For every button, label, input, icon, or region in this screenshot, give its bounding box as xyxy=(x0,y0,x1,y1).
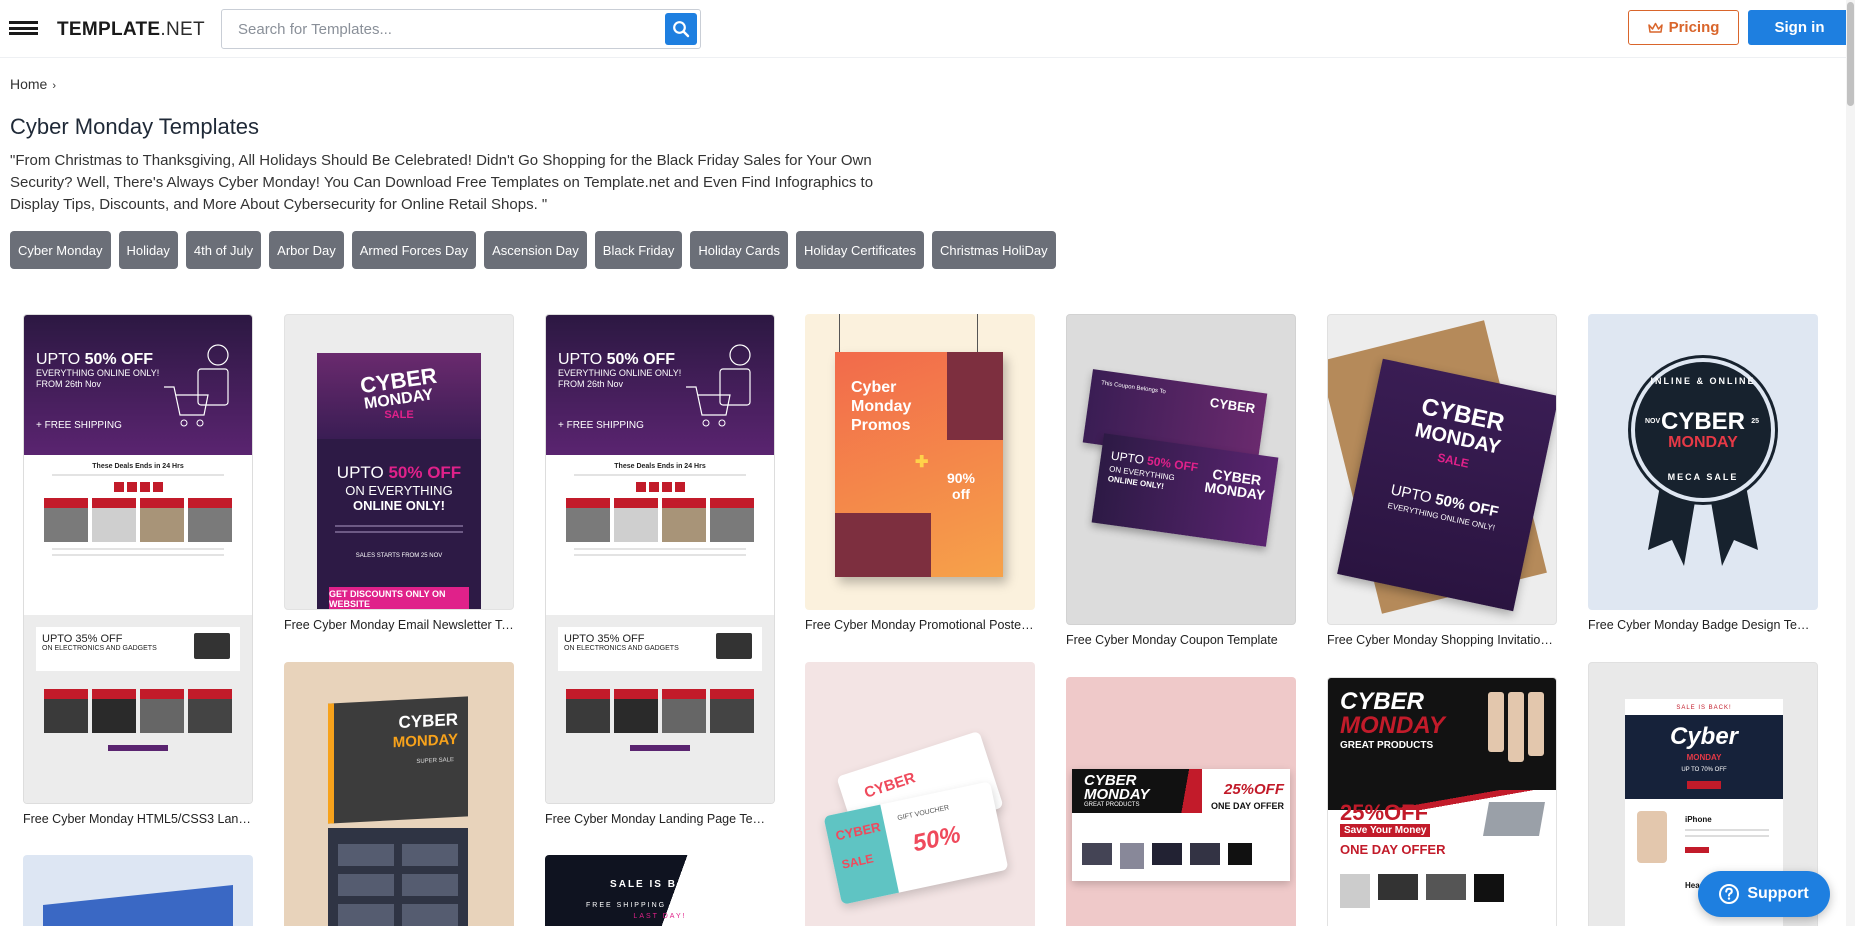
page-title: Cyber Monday Templates xyxy=(10,114,260,139)
template-title[interactable]: Free Cyber Monday Email Newsletter Te... xyxy=(284,618,514,632)
breadcrumb: Home › xyxy=(10,76,56,92)
template-title[interactable]: Free Cyber Monday Badge Design Templ... xyxy=(1588,618,1818,632)
pricing-label: Pricing xyxy=(1668,19,1720,36)
pricing-button[interactable]: Pricing xyxy=(1628,10,1739,45)
template-title[interactable]: Free Cyber Monday Promotional Poster T..… xyxy=(805,618,1035,632)
breadcrumb-home[interactable]: Home xyxy=(10,76,47,92)
tag-arbor-day[interactable]: Arbor Day xyxy=(269,231,344,269)
scrollbar[interactable] xyxy=(1846,0,1855,926)
tag-ascension-day[interactable]: Ascension Day xyxy=(484,231,587,269)
site-header: TEMPLATE.NET Pricing Sign in xyxy=(0,0,1855,58)
tag-list: Cyber Monday Holiday 4th of July Arbor D… xyxy=(10,231,1056,269)
scrollbar-thumb[interactable] xyxy=(1847,2,1854,106)
template-thumbnail[interactable]: CYBER CYBER SALE GIFT VOUCHER 50% xyxy=(805,662,1035,926)
thumb-hero: UPTO 50% OFF EVERYTHING ONLINE ONLY! FRO… xyxy=(24,315,252,455)
template-card[interactable]: CYBER MONDAY SUPER SALE xyxy=(284,662,514,926)
template-card[interactable]: CYBER CYBER SALE GIFT VOUCHER 50% xyxy=(805,662,1035,926)
tag-christmas-holiday[interactable]: Christmas HoliDay xyxy=(931,231,1056,269)
logo-bold-text: TEMPLATE xyxy=(57,19,161,40)
template-thumbnail[interactable]: CYBER MONDAY SALE UPTO 50% OFF EVERYTHIN… xyxy=(1327,314,1557,625)
template-card[interactable]: This Coupon Belongs To CYBER UPTO 50% OF… xyxy=(1066,314,1296,647)
cart-icon xyxy=(686,344,751,427)
search-icon xyxy=(673,21,690,38)
template-thumbnail[interactable]: INLINE & ONLINE CYBER MONDAY NOV 25 MECA… xyxy=(1588,314,1818,610)
template-title[interactable]: Free Cyber Monday HTML5/CSS3 Landin... xyxy=(23,812,253,826)
template-card[interactable]: Cyber Monday Promos ✚ 90% off Free Cyber… xyxy=(805,314,1035,632)
site-logo[interactable]: TEMPLATE.NET xyxy=(57,19,205,41)
crown-icon xyxy=(1647,22,1663,33)
tag-4th-of-july[interactable]: 4th of July xyxy=(185,231,262,269)
template-card[interactable]: CYBER MONDAY SALE UPTO 50% OFF EVERYTHIN… xyxy=(1327,314,1557,647)
thumb-hero: UPTO 50% OFF EVERYTHING ONLINE ONLY! FRO… xyxy=(546,315,774,455)
template-thumbnail[interactable]: SALE IS BACK! FREE SHIPPING NO MINIMUM L… xyxy=(545,855,775,926)
tag-holiday-cards[interactable]: Holiday Cards xyxy=(690,231,788,269)
template-card[interactable] xyxy=(23,855,253,926)
template-thumbnail[interactable]: CYBER MONDAY GREAT PRODUCTS 25%OFF ONE D… xyxy=(1066,677,1296,926)
template-card[interactable]: CYBER MONDAY GREAT PRODUCTS 25%OFF ONE D… xyxy=(1066,677,1296,926)
breadcrumb-separator: › xyxy=(52,80,57,92)
template-title[interactable]: Free Cyber Monday Landing Page Templ... xyxy=(545,812,775,826)
template-card[interactable]: UPTO 50% OFF EVERYTHING ONLINE ONLY! FRO… xyxy=(545,314,775,826)
template-card[interactable]: SALE IS BACK! FREE SHIPPING NO MINIMUM L… xyxy=(545,855,775,926)
template-thumbnail[interactable]: CYBER MONDAY SUPER SALE xyxy=(284,662,514,926)
template-thumbnail[interactable]: CYBER MONDAY SALE UPTO 50% OFF ON EVERYT… xyxy=(284,314,514,610)
template-card[interactable]: UPTO 50% OFF EVERYTHING ONLINE ONLY! FRO… xyxy=(23,314,253,826)
page-description: "From Christmas to Thanksgiving, All Hol… xyxy=(10,152,874,213)
template-thumbnail[interactable]: This Coupon Belongs To CYBER UPTO 50% OF… xyxy=(1066,314,1296,625)
template-thumbnail[interactable]: Cyber Monday Promos ✚ 90% off xyxy=(805,314,1035,610)
menu-icon[interactable] xyxy=(9,21,38,35)
tag-holiday-certificates[interactable]: Holiday Certificates xyxy=(795,231,924,269)
help-icon xyxy=(1719,884,1740,904)
tag-cyber-monday[interactable]: Cyber Monday xyxy=(10,231,111,269)
template-thumbnail[interactable]: UPTO 50% OFF EVERYTHING ONLINE ONLY! FRO… xyxy=(545,314,775,804)
template-thumbnail[interactable]: UPTO 50% OFF EVERYTHING ONLINE ONLY! FRO… xyxy=(23,314,253,804)
template-card[interactable]: CYBER MONDAY SALE UPTO 50% OFF ON EVERYT… xyxy=(284,314,514,632)
template-card[interactable]: CYBER MONDAY GREAT PRODUCTS 25%OFF Save … xyxy=(1327,677,1557,926)
tag-black-friday[interactable]: Black Friday xyxy=(594,231,683,269)
sign-in-button[interactable]: Sign in xyxy=(1748,10,1851,45)
cart-icon xyxy=(164,344,229,427)
tag-armed-forces-day[interactable]: Armed Forces Day xyxy=(351,231,477,269)
logo-light-text: .NET xyxy=(160,19,205,40)
template-thumbnail[interactable]: CYBER MONDAY GREAT PRODUCTS 25%OFF Save … xyxy=(1327,677,1557,926)
tag-holiday[interactable]: Holiday xyxy=(118,231,178,269)
template-title[interactable]: Free Cyber Monday Shopping Invitation T.… xyxy=(1327,633,1557,647)
template-card[interactable]: INLINE & ONLINE CYBER MONDAY NOV 25 MECA… xyxy=(1588,314,1818,632)
support-label: Support xyxy=(1747,885,1809,902)
search-input[interactable] xyxy=(238,19,638,39)
search-bar xyxy=(221,9,701,49)
template-title[interactable]: Free Cyber Monday Coupon Template xyxy=(1066,633,1296,647)
template-thumbnail[interactable] xyxy=(23,855,253,926)
support-button[interactable]: Support xyxy=(1698,871,1830,917)
search-button[interactable] xyxy=(665,13,697,45)
